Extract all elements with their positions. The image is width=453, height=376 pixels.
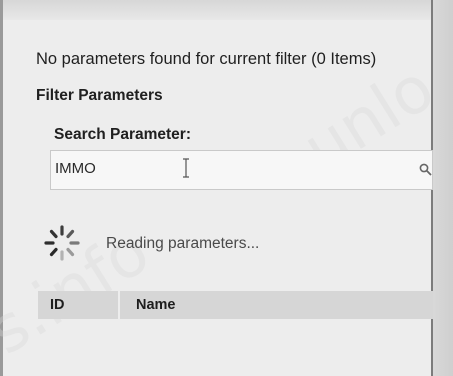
filter-section-title: Filter Parameters <box>36 87 163 104</box>
search-box[interactable] <box>50 150 433 190</box>
search-label: Search Parameter: <box>54 126 191 143</box>
column-header-name[interactable]: Name <box>122 291 433 319</box>
text-cursor-icon <box>183 158 189 178</box>
parameter-panel: unlo s.info No parameters found for curr… <box>0 0 453 376</box>
top-strip <box>0 0 453 20</box>
loading-text: Reading parameters... <box>106 235 260 252</box>
left-border <box>0 0 3 376</box>
search-input[interactable] <box>55 157 355 179</box>
spinner-icon <box>44 225 80 261</box>
column-header-id[interactable]: ID <box>38 291 120 319</box>
table-header: ID Name <box>38 291 433 319</box>
status-message: No parameters found for current filter (… <box>36 50 377 68</box>
search-icon[interactable] <box>419 163 432 176</box>
right-border <box>431 0 453 376</box>
